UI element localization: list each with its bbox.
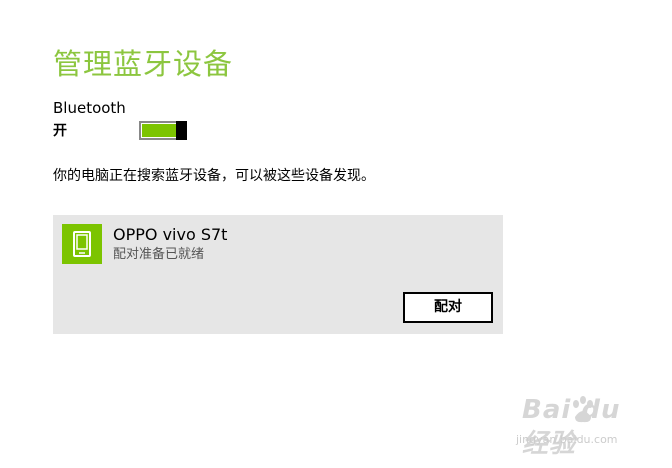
toggle-fill	[142, 124, 176, 137]
phone-icon	[62, 224, 102, 264]
page-title: 管理蓝牙设备	[53, 47, 234, 81]
phone-icon-glyph	[73, 231, 91, 257]
device-name: OPPO vivo S7t	[113, 225, 228, 244]
bluetooth-state-label: 开	[53, 123, 67, 139]
pair-button[interactable]: 配对	[403, 292, 493, 323]
toggle-thumb[interactable]	[176, 121, 187, 140]
bluetooth-toggle[interactable]	[139, 121, 187, 140]
bluetooth-label: Bluetooth	[53, 99, 126, 117]
device-list-item[interactable]: OPPO vivo S7t 配对准备已就绪 配对	[53, 215, 503, 334]
paw-icon	[573, 396, 593, 423]
discovery-status-text: 你的电脑正在搜索蓝牙设备，可以被这些设备发现。	[53, 168, 375, 184]
watermark-url: jingyan.baidu.com	[516, 433, 618, 446]
baidu-jingyan-watermark: Bai du 经验 jingyan.baidu.com	[516, 393, 642, 459]
device-status: 配对准备已就绪	[113, 247, 205, 262]
